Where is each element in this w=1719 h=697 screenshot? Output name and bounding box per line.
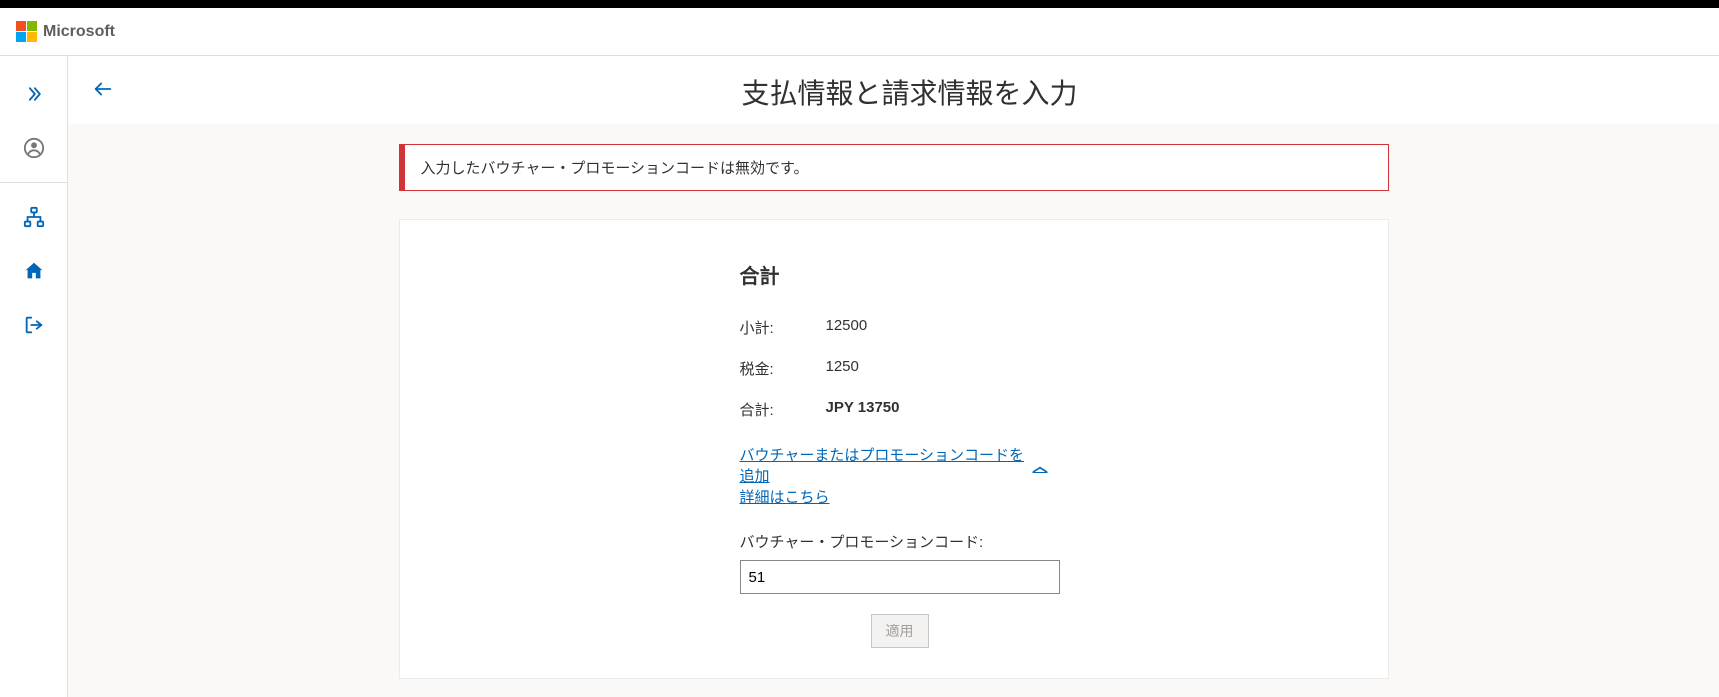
subtotal-value: 12500	[826, 317, 868, 338]
add-voucher-link[interactable]: バウチャーまたはプロモーションコードを追加 ︿	[740, 444, 1048, 486]
sign-out-icon	[23, 314, 45, 336]
add-voucher-link-text: バウチャーまたはプロモーションコードを追加	[740, 444, 1031, 486]
total-row: 合計: JPY 13750	[740, 399, 1048, 420]
total-currency: JPY	[826, 399, 854, 416]
totals-card: 合計 小計: 12500 税金: 1250 合計: JPY 13750	[399, 219, 1389, 679]
apply-button[interactable]: 適用	[871, 614, 929, 648]
total-value: JPY 13750	[826, 399, 900, 420]
main-content: 支払情報と請求情報を入力 入力したバウチャー・プロモーションコードは無効です。 …	[68, 56, 1719, 697]
sidebar-expand-button[interactable]	[0, 70, 68, 118]
sidebar-divider	[0, 182, 67, 183]
chevron-double-right-icon	[24, 84, 44, 104]
total-amount: 13750	[858, 399, 900, 416]
subtotal-label: 小計:	[740, 317, 786, 338]
arrow-left-icon	[92, 78, 114, 100]
voucher-detail-link[interactable]: 詳細はこちら	[740, 486, 830, 507]
tax-value: 1250	[826, 358, 859, 379]
sidebar-item-exit[interactable]	[0, 301, 68, 349]
sidebar-item-home[interactable]	[0, 247, 68, 295]
microsoft-logo[interactable]: Microsoft	[16, 21, 115, 42]
back-button[interactable]	[92, 78, 124, 106]
tax-row: 税金: 1250	[740, 358, 1048, 379]
subtotal-row: 小計: 12500	[740, 317, 1048, 338]
sidebar-item-profile[interactable]	[0, 124, 68, 172]
tax-label: 税金:	[740, 358, 786, 379]
microsoft-logo-text: Microsoft	[43, 23, 115, 41]
sitemap-icon	[23, 206, 45, 228]
sidebar-item-sitemap[interactable]	[0, 193, 68, 241]
voucher-field-label: バウチャー・プロモーションコード:	[740, 531, 1048, 552]
home-icon	[23, 260, 45, 282]
user-circle-icon	[23, 137, 45, 159]
error-message: 入力したバウチャー・プロモーションコードは無効です。	[421, 160, 809, 177]
top-black-bar	[0, 0, 1719, 8]
microsoft-logo-icon	[16, 21, 37, 42]
voucher-field: バウチャー・プロモーションコード: 適用	[740, 531, 1048, 648]
total-label: 合計:	[740, 399, 786, 420]
global-header: Microsoft	[0, 8, 1719, 56]
error-banner: 入力したバウチャー・プロモーションコードは無効です。	[399, 144, 1389, 191]
page-header: 支払情報と請求情報を入力	[68, 56, 1719, 124]
chevron-up-icon: ︿	[1032, 455, 1047, 476]
voucher-code-input[interactable]	[740, 560, 1060, 594]
page-title: 支払情報と請求情報を入力	[124, 72, 1695, 112]
sidebar	[0, 56, 68, 697]
totals-heading: 合計	[740, 260, 1048, 289]
voucher-links: バウチャーまたはプロモーションコードを追加 ︿ 詳細はこちら	[740, 444, 1048, 507]
